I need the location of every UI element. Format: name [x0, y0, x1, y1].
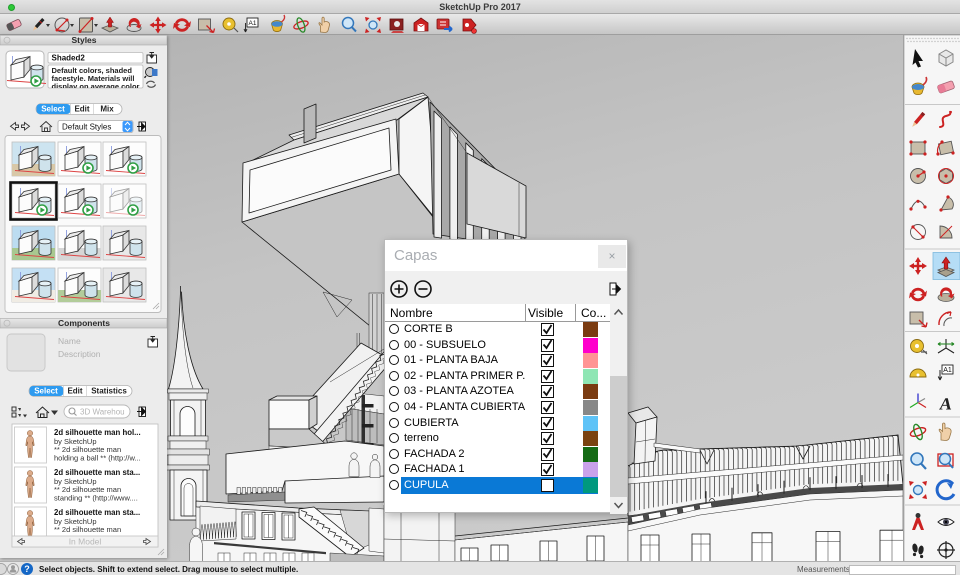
svg-text:2d silhouette man hol...: 2d silhouette man hol...	[54, 428, 141, 437]
svg-text:holding a ball ** (http://w...: holding a ball ** (http://w...	[54, 453, 141, 462]
svg-text:Mix: Mix	[100, 105, 114, 114]
svg-text:Components: Components	[58, 318, 110, 328]
svg-text:Styles: Styles	[71, 35, 96, 45]
svg-text:Edit: Edit	[67, 387, 82, 396]
svg-text:3D Warehou: 3D Warehou	[80, 408, 125, 417]
svg-text:standing ** (http://www....: standing ** (http://www....	[54, 493, 138, 502]
svg-text:In Model: In Model	[69, 537, 102, 547]
svg-text:A1: A1	[943, 367, 952, 374]
svg-text:2d silhouette man sta...: 2d silhouette man sta...	[54, 468, 140, 477]
svg-text:Shaded2: Shaded2	[52, 54, 86, 63]
svg-text:Name: Name	[58, 336, 81, 346]
svg-text:Default Styles: Default Styles	[62, 123, 111, 132]
svg-text:Statistics: Statistics	[91, 387, 127, 396]
svg-text:A1: A1	[249, 20, 257, 27]
svg-text:Edit: Edit	[74, 105, 89, 114]
svg-text:2d silhouette man sta...: 2d silhouette man sta...	[54, 508, 140, 517]
svg-text:** 2d silhouette man: ** 2d silhouette man	[54, 525, 121, 534]
svg-text:Select: Select	[41, 105, 65, 114]
svg-text:Select: Select	[34, 387, 58, 396]
svg-text:?: ?	[24, 564, 30, 574]
svg-text:Description: Description	[58, 349, 101, 359]
